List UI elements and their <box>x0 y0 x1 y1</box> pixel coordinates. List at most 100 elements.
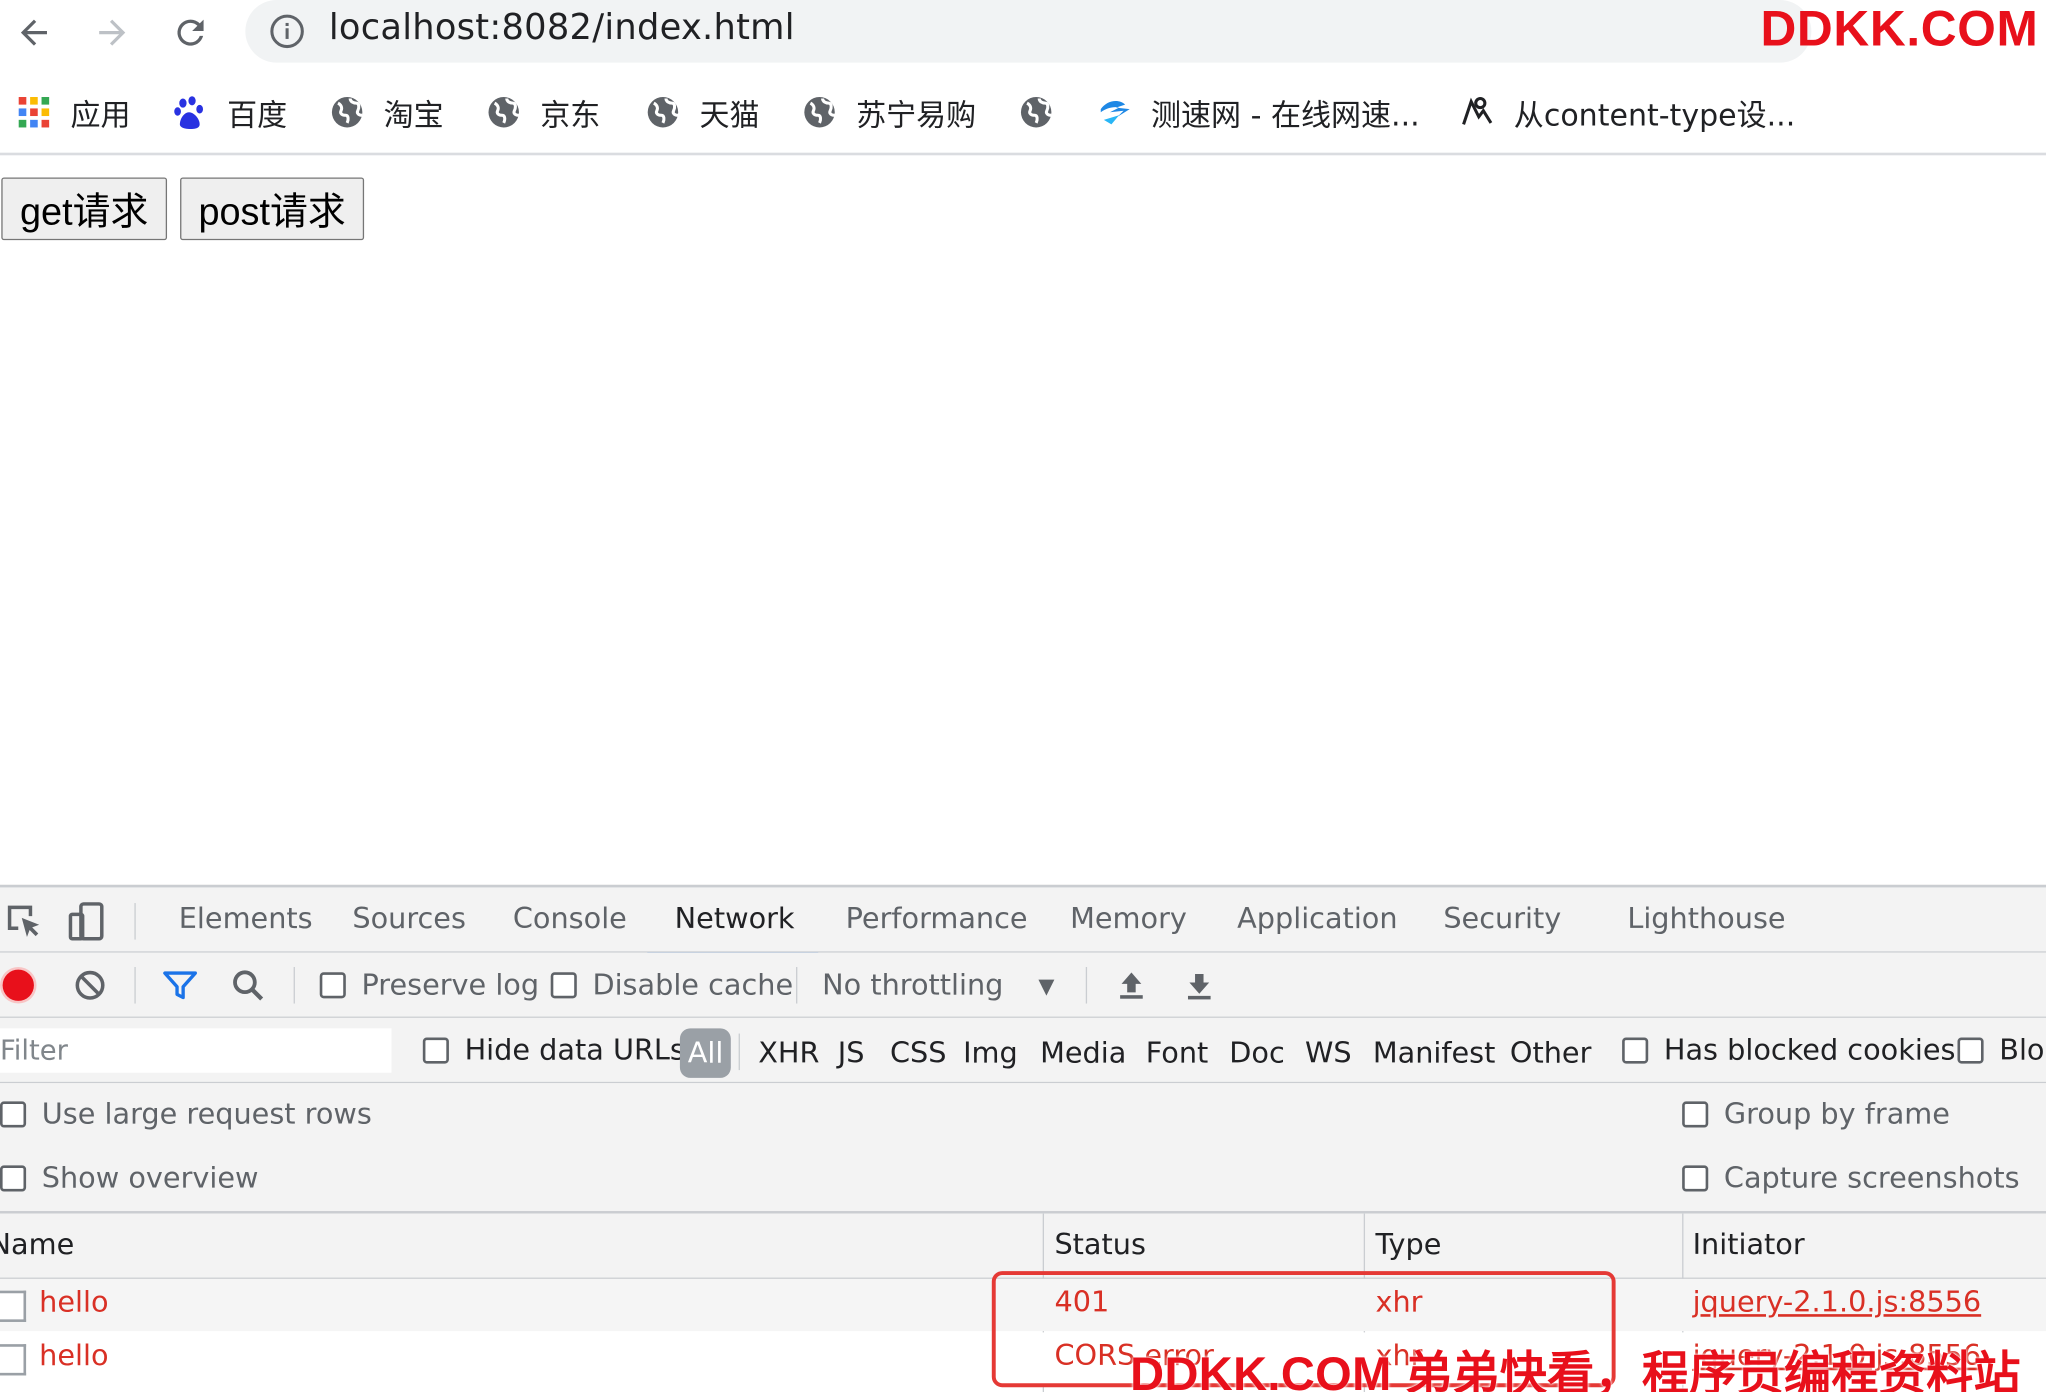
column-header-type[interactable]: Type <box>1375 1229 1441 1262</box>
checkbox-box[interactable] <box>1682 1101 1709 1128</box>
bookmark-suning[interactable]: 苏宁易购 <box>801 86 976 138</box>
network-toolbar: Preserve log Disable cache No throttling… <box>0 952 2046 1018</box>
tab-console[interactable]: Console <box>513 903 627 936</box>
type-filter-ws[interactable]: WS <box>1305 1031 1352 1075</box>
disable-cache-checkbox[interactable]: Disable cache <box>550 953 794 1018</box>
show-overview-checkbox[interactable]: Show overview <box>0 1152 258 1204</box>
bookmark-apps[interactable]: 应用 <box>16 86 131 138</box>
group-by-frame-checkbox[interactable]: Group by frame <box>1682 1088 1950 1140</box>
import-har-button[interactable] <box>1114 953 1148 1018</box>
preserve-log-checkbox[interactable]: Preserve log <box>319 953 539 1018</box>
type-filter-js[interactable]: JS <box>838 1031 865 1075</box>
row-icon <box>0 1344 27 1376</box>
checkbox-box[interactable] <box>1622 1037 1649 1064</box>
search-button[interactable] <box>230 953 267 1018</box>
type-filter-xhr[interactable]: XHR <box>758 1031 819 1075</box>
globe-icon <box>329 94 366 131</box>
type-filter-other[interactable]: Other <box>1510 1031 1592 1075</box>
type-filter-css[interactable]: CSS <box>890 1031 947 1075</box>
browser-window: localhost:8082/index.html DDKK.COM 应用 百度 <box>0 0 2046 1392</box>
show-overview-label: Show overview <box>41 1162 259 1195</box>
bookmark-speedtest[interactable]: 测速网 - 在线网速... <box>1096 86 1420 138</box>
export-har-button[interactable] <box>1182 953 1216 1018</box>
globe-icon <box>645 94 682 131</box>
has-blocked-cookies-label: Has blocked cookies <box>1663 1034 1956 1067</box>
bookmarks-bar: 应用 百度 淘宝 京东 天猫 苏宁易购 测速网 - 在线网速... 从conte… <box>0 76 2046 149</box>
request-name[interactable]: hello <box>39 1287 108 1320</box>
network-filter-bar: Hide data URLs All XHR JS CSS Img Media … <box>0 1017 2046 1084</box>
request-name[interactable]: hello <box>39 1340 108 1373</box>
column-header-name[interactable]: Name <box>0 1229 74 1262</box>
tab-sources[interactable]: Sources <box>352 903 466 936</box>
capture-screenshots-checkbox[interactable]: Capture screenshots <box>1682 1152 2020 1204</box>
checkbox-box[interactable] <box>1682 1165 1709 1192</box>
bookmark-label: 百度 <box>227 99 288 134</box>
tab-performance[interactable]: Performance <box>846 903 1028 936</box>
column-header-status[interactable]: Status <box>1054 1229 1145 1262</box>
type-filter-media[interactable]: Media <box>1040 1031 1126 1075</box>
bookmark-label: 应用 <box>70 99 131 134</box>
bookmark-baidu[interactable]: 百度 <box>172 86 287 138</box>
forward-button[interactable] <box>86 7 138 59</box>
type-filter-font[interactable]: Font <box>1146 1031 1209 1075</box>
checkbox-box[interactable] <box>319 972 346 999</box>
globe-icon <box>801 94 838 131</box>
block-icon <box>75 970 105 1000</box>
disable-cache-label: Disable cache <box>592 968 794 1002</box>
info-icon[interactable] <box>269 13 306 50</box>
large-rows-label: Use large request rows <box>41 1098 372 1131</box>
tab-application[interactable]: Application <box>1237 903 1397 936</box>
throttling-select[interactable]: No throttling ▼ <box>822 953 1062 1018</box>
baidu-paw-icon <box>172 94 209 131</box>
request-initiator-link[interactable]: jquery-2.1.0.js:8556 <box>1693 1287 1982 1320</box>
filter-input[interactable] <box>0 1028 392 1073</box>
url-text[interactable]: localhost:8082/index.html <box>329 8 795 48</box>
filter-toggle-button[interactable] <box>162 953 199 1018</box>
column-header-initiator[interactable]: Initiator <box>1693 1229 1805 1262</box>
back-button[interactable] <box>8 7 60 59</box>
tab-network[interactable]: Network <box>675 903 795 936</box>
checkbox-box[interactable] <box>0 1101 27 1128</box>
get-request-button[interactable]: get请求 <box>1 177 168 241</box>
reload-button[interactable] <box>164 7 216 59</box>
bookmark-jd[interactable]: 京东 <box>485 86 600 138</box>
bookmark-taobao[interactable]: 淘宝 <box>329 86 444 138</box>
upload-icon <box>1120 972 1143 999</box>
filter-separator <box>738 1033 740 1071</box>
watermark-bottom: DDKK.COM 弟弟快看，程序员编程资料站 <box>1130 1346 2021 1392</box>
blocked-requests-checkbox[interactable]: Bloc <box>1957 1018 2046 1083</box>
clear-button[interactable] <box>73 953 107 1018</box>
devtools-tab-bar: Elements Sources Console Network Perform… <box>0 884 2046 957</box>
watermark-top: DDKK.COM <box>1760 2 2039 58</box>
tab-security[interactable]: Security <box>1443 903 1561 936</box>
large-rows-checkbox[interactable]: Use large request rows <box>0 1088 372 1140</box>
post-request-button[interactable]: post请求 <box>180 177 365 241</box>
bookmark-label: 苏宁易购 <box>856 99 977 134</box>
throttling-value: No throttling <box>822 968 1004 1002</box>
hide-data-urls-checkbox[interactable]: Hide data URLs <box>422 1018 685 1083</box>
doodle-icon <box>1459 94 1496 131</box>
checkbox-box[interactable] <box>550 972 577 999</box>
bookmark-untitled[interactable] <box>1018 86 1073 138</box>
has-blocked-cookies-checkbox[interactable]: Has blocked cookies <box>1622 1018 1955 1083</box>
bookmark-content-type[interactable]: 从content-type设... <box>1459 86 1795 138</box>
inspect-element-icon[interactable] <box>3 900 45 942</box>
record-button[interactable] <box>2 953 34 1018</box>
type-filter-img[interactable]: Img <box>963 1031 1018 1075</box>
type-filter-manifest[interactable]: Manifest <box>1373 1031 1496 1075</box>
blocked-requests-label: Bloc <box>1999 1034 2046 1067</box>
checkbox-box[interactable] <box>0 1165 27 1192</box>
bookmark-label: 京东 <box>540 99 601 134</box>
tab-lighthouse[interactable]: Lighthouse <box>1627 903 1785 936</box>
address-bar[interactable]: localhost:8082/index.html <box>245 0 1812 63</box>
type-filter-doc[interactable]: Doc <box>1229 1031 1284 1075</box>
group-by-frame-label: Group by frame <box>1723 1098 1950 1131</box>
bookmark-tmall[interactable]: 天猫 <box>645 86 760 138</box>
tab-memory[interactable]: Memory <box>1070 903 1187 936</box>
tab-elements[interactable]: Elements <box>179 903 313 936</box>
type-filter-all[interactable]: All <box>679 1028 732 1078</box>
checkbox-box[interactable] <box>422 1037 449 1064</box>
network-settings-pane: Use large request rows Show overview Gro… <box>0 1083 2046 1214</box>
device-toolbar-icon[interactable] <box>65 900 107 942</box>
checkbox-box[interactable] <box>1957 1037 1984 1064</box>
